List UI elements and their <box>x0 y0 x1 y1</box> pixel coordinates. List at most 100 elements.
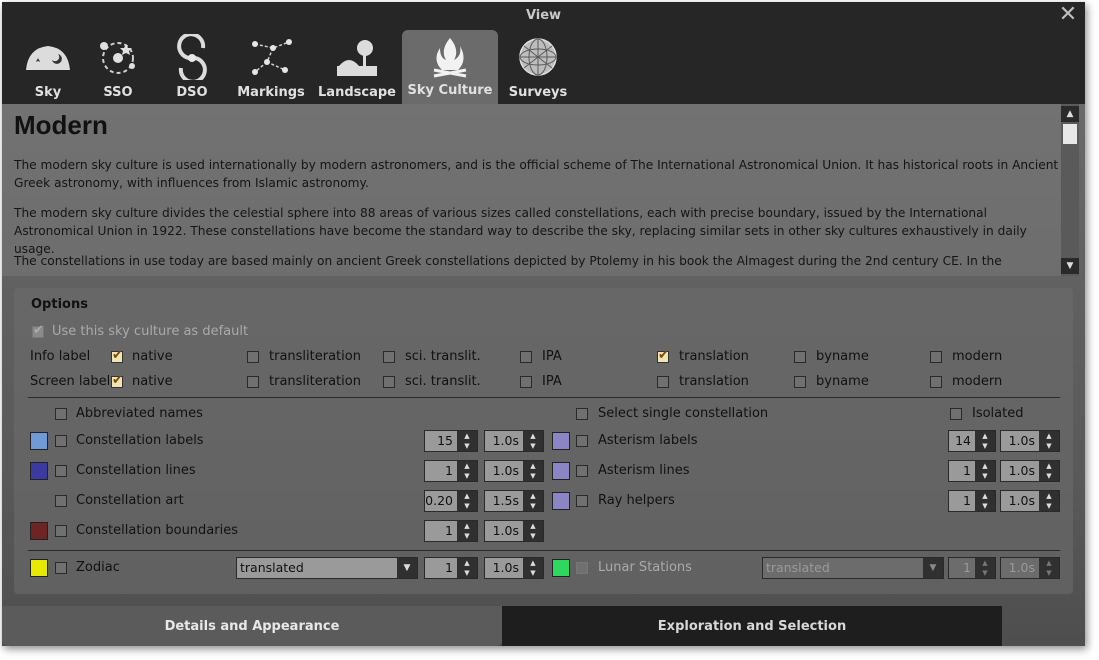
screen-native-checkbox[interactable] <box>111 373 123 388</box>
zodiac-checkbox[interactable] <box>55 562 67 574</box>
zodiac-fade-spinbox[interactable]: 1.0s ▲ ▼ <box>484 557 544 579</box>
spin-up-icon[interactable]: ▲ <box>1039 461 1059 471</box>
info-modern-checkbox[interactable] <box>930 351 942 363</box>
spin-up-icon[interactable]: ▲ <box>457 521 477 531</box>
screen-ipa-checkbox[interactable] <box>520 376 532 388</box>
screen-translation-checkbox[interactable] <box>657 376 669 388</box>
description-scrollbar[interactable]: ▲ ▼ <box>1061 104 1079 276</box>
spin-up-icon[interactable]: ▲ <box>975 431 995 441</box>
spin-up-icon[interactable]: ▲ <box>457 491 477 501</box>
screen-modern-checkbox[interactable] <box>930 376 942 388</box>
screen-byname-checkbox[interactable] <box>794 376 806 388</box>
screen-sci-translit-checkbox[interactable] <box>383 376 395 388</box>
asterism-labels-size-spinbox[interactable]: 14 ▲ ▼ <box>948 430 996 452</box>
spin-down-icon[interactable]: ▼ <box>523 531 543 541</box>
constellation-labels-size-spinbox[interactable]: 15 ▲ ▼ <box>424 430 478 452</box>
spin-up-icon[interactable]: ▲ <box>523 558 543 568</box>
asterism-lines-checkbox[interactable] <box>576 465 588 477</box>
spinbox-value[interactable]: 14 <box>949 431 975 451</box>
constellation-labels-fade-spinbox[interactable]: 1.0s ▲ ▼ <box>484 430 544 452</box>
tab-dso[interactable]: DSO <box>164 30 220 104</box>
lunar-stations-mode-select[interactable]: translated ▼ <box>762 557 944 579</box>
spin-down-icon[interactable]: ▼ <box>975 568 995 578</box>
constellation-boundaries-width-spinbox[interactable]: 1 ▲ ▼ <box>424 520 478 542</box>
spinbox-value[interactable]: 15 <box>425 431 457 451</box>
spin-down-icon[interactable]: ▼ <box>975 501 995 511</box>
ray-helpers-width-spinbox[interactable]: 1 ▲ ▼ <box>948 490 996 512</box>
spin-down-icon[interactable]: ▼ <box>1039 568 1059 578</box>
zodiac-width-spinbox[interactable]: 1 ▲ ▼ <box>424 557 478 579</box>
spinbox-value[interactable]: 1 <box>949 461 975 481</box>
info-sci-translit-checkbox[interactable] <box>383 351 395 363</box>
spin-up-icon[interactable]: ▲ <box>975 558 995 568</box>
spinbox-value[interactable]: 1.0s <box>485 431 523 451</box>
spin-down-icon[interactable]: ▼ <box>975 441 995 451</box>
lunar-stations-width-spinbox[interactable]: 1 ▲ ▼ <box>948 557 996 579</box>
lunar-stations-fade-spinbox[interactable]: 1.0s ▲ ▼ <box>1000 557 1060 579</box>
scroll-down-icon[interactable]: ▼ <box>1061 258 1079 274</box>
scroll-up-icon[interactable]: ▲ <box>1061 106 1079 122</box>
info-transliteration-checkbox[interactable] <box>247 351 259 363</box>
zodiac-mode-select[interactable]: translated ▼ <box>236 557 418 579</box>
lunar-stations-checkbox[interactable] <box>576 562 588 574</box>
chevron-down-icon[interactable]: ▼ <box>397 558 417 578</box>
zodiac-color[interactable] <box>30 559 48 577</box>
info-native-checkbox[interactable] <box>111 348 123 363</box>
spin-up-icon[interactable]: ▲ <box>457 558 477 568</box>
info-byname-checkbox[interactable] <box>794 351 806 363</box>
close-icon[interactable]: ✕ <box>1057 4 1079 26</box>
spinbox-value[interactable]: 1.0s <box>485 521 523 541</box>
asterism-labels-color[interactable] <box>552 432 570 450</box>
tab-details-and-appearance[interactable]: Details and Appearance <box>2 606 502 646</box>
constellation-boundaries-fade-spinbox[interactable]: 1.0s ▲ ▼ <box>484 520 544 542</box>
spin-up-icon[interactable]: ▲ <box>457 461 477 471</box>
spin-up-icon[interactable]: ▲ <box>975 461 995 471</box>
constellation-art-intensity-spinbox[interactable]: 0.20 ▲ ▼ <box>424 490 478 512</box>
constellation-labels-checkbox[interactable] <box>55 435 67 447</box>
tab-sky[interactable]: Sky <box>20 30 76 104</box>
abbreviated-names-checkbox[interactable] <box>55 408 67 420</box>
constellation-art-checkbox[interactable] <box>55 495 67 507</box>
spinbox-value[interactable]: 1.0s <box>1001 491 1039 511</box>
select-single-checkbox[interactable] <box>576 408 588 420</box>
spinbox-value[interactable]: 0.20 <box>425 491 457 511</box>
spin-up-icon[interactable]: ▲ <box>1039 491 1059 501</box>
spin-up-icon[interactable]: ▲ <box>1039 558 1059 568</box>
spinbox-value[interactable]: 1.0s <box>1001 558 1039 578</box>
spin-down-icon[interactable]: ▼ <box>457 501 477 511</box>
constellation-art-fade-spinbox[interactable]: 1.5s ▲ ▼ <box>484 490 544 512</box>
spin-down-icon[interactable]: ▼ <box>523 441 543 451</box>
asterism-lines-width-spinbox[interactable]: 1 ▲ ▼ <box>948 460 996 482</box>
spin-up-icon[interactable]: ▲ <box>975 491 995 501</box>
spin-down-icon[interactable]: ▼ <box>1039 441 1059 451</box>
spinbox-value[interactable]: 1.0s <box>485 558 523 578</box>
spin-down-icon[interactable]: ▼ <box>523 501 543 511</box>
ray-helpers-color[interactable] <box>552 492 570 510</box>
spin-down-icon[interactable]: ▼ <box>457 441 477 451</box>
ray-helpers-checkbox[interactable] <box>576 495 588 507</box>
tab-exploration-and-selection[interactable]: Exploration and Selection <box>502 606 1002 646</box>
tab-markings[interactable]: Markings <box>234 30 308 104</box>
lunar-stations-color[interactable] <box>552 559 570 577</box>
constellation-boundaries-color[interactable] <box>30 522 48 540</box>
constellation-lines-fade-spinbox[interactable]: 1.0s ▲ ▼ <box>484 460 544 482</box>
constellation-labels-color[interactable] <box>30 432 48 450</box>
tab-landscape[interactable]: Landscape <box>318 30 396 104</box>
spinbox-value[interactable]: 1.5s <box>485 491 523 511</box>
info-ipa-checkbox[interactable] <box>520 351 532 363</box>
tab-sky-culture[interactable]: Sky Culture <box>402 30 498 104</box>
constellation-lines-width-spinbox[interactable]: 1 ▲ ▼ <box>424 460 478 482</box>
spin-down-icon[interactable]: ▼ <box>1039 471 1059 481</box>
spinbox-value[interactable]: 1 <box>425 558 457 578</box>
spinbox-value[interactable]: 1 <box>949 491 975 511</box>
spin-up-icon[interactable]: ▲ <box>523 461 543 471</box>
spinbox-value[interactable]: 1 <box>425 461 457 481</box>
spinbox-value[interactable]: 1.0s <box>485 461 523 481</box>
spin-up-icon[interactable]: ▲ <box>523 431 543 441</box>
spinbox-value[interactable]: 1 <box>949 558 975 578</box>
spin-down-icon[interactable]: ▼ <box>523 568 543 578</box>
ray-helpers-fade-spinbox[interactable]: 1.0s ▲ ▼ <box>1000 490 1060 512</box>
asterism-lines-fade-spinbox[interactable]: 1.0s ▲ ▼ <box>1000 460 1060 482</box>
constellation-lines-color[interactable] <box>30 462 48 480</box>
use-default-checkbox[interactable] <box>32 323 44 338</box>
